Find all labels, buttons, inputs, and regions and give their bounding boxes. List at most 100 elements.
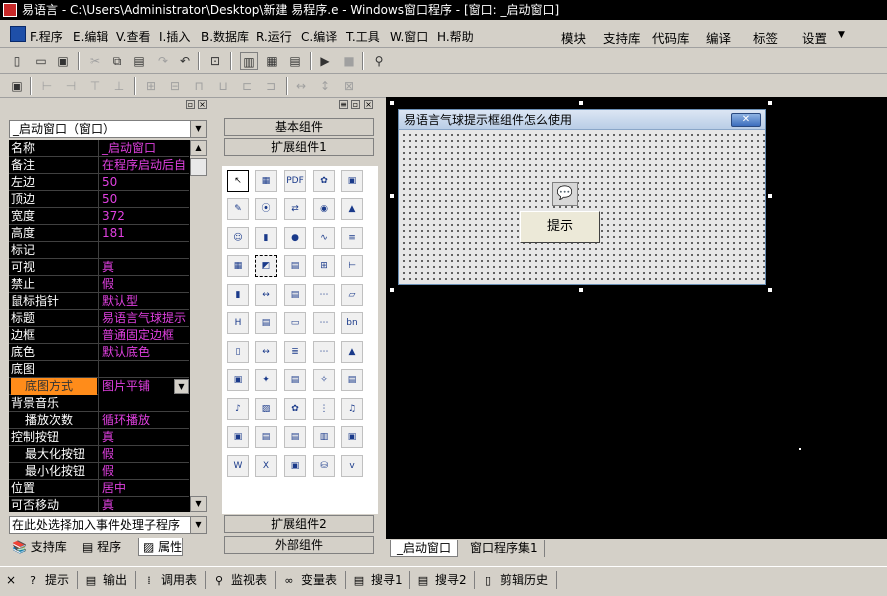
menu-program[interactable]: F.程序 — [30, 28, 63, 45]
list-icon[interactable]: ▤ — [284, 284, 306, 306]
stop-icon[interactable]: ■ — [340, 52, 358, 70]
property-value[interactable]: 默认底色 — [98, 344, 189, 361]
dragon-icon[interactable]: ✦ — [255, 369, 277, 391]
property-value[interactable]: 50 — [98, 191, 189, 208]
vcard-icon[interactable]: ▣ — [341, 426, 363, 448]
tab-search2[interactable]: ▤ 搜寻2 — [416, 570, 467, 590]
panel-restore-icon[interactable]: ▫ — [186, 100, 195, 109]
property-value[interactable]: 普通固定边框 — [98, 327, 189, 344]
size-both-icon[interactable]: ⊠ — [340, 77, 358, 95]
align-bottom-icon[interactable]: ⊥ — [110, 77, 128, 95]
menu-compile-right[interactable]: 编译 — [706, 28, 731, 47]
tree-icon[interactable]: ⊢ — [341, 255, 363, 277]
property-row[interactable]: 可否移动 真 — [9, 497, 189, 512]
tab-watch-table[interactable]: ⚲ 监视表 — [212, 570, 267, 590]
group-basic-components[interactable]: 基本组件 — [224, 118, 374, 136]
property-value[interactable]: 假 — [98, 446, 189, 463]
ellipsis-icon[interactable]: ⋯ — [313, 341, 335, 363]
property-row[interactable]: 背景音乐 — [9, 395, 189, 412]
property-value[interactable]: 372 — [98, 208, 189, 225]
doc-icon[interactable]: ▤ — [284, 426, 306, 448]
avatar-icon[interactable]: ☺ — [227, 227, 249, 249]
slider-icon[interactable]: ↔ — [255, 341, 277, 363]
resize-handle[interactable] — [389, 100, 395, 106]
scroll-up-icon[interactable]: ▲ — [190, 140, 207, 156]
excel-icon[interactable]: X — [255, 455, 277, 477]
property-value[interactable] — [98, 395, 189, 412]
property-row[interactable]: 标题 易语言气球提示 — [9, 310, 189, 327]
property-row[interactable]: 禁止 假 — [9, 276, 189, 293]
viewer-icon[interactable]: ▣ — [284, 455, 306, 477]
property-value[interactable]: 居中 — [98, 480, 189, 497]
progress-icon[interactable]: ⋯ — [313, 312, 335, 334]
property-value[interactable]: 真 — [98, 497, 189, 512]
property-value[interactable]: _启动窗口 — [98, 140, 189, 157]
property-row[interactable]: 名称 _启动窗口 — [9, 140, 189, 157]
image-icon[interactable]: ▲ — [341, 341, 363, 363]
object-selector[interactable]: _启动窗口（窗口） ▼ — [9, 120, 207, 138]
align-left-icon[interactable]: ⊢ — [38, 77, 56, 95]
menu-labels[interactable]: 标签 — [753, 28, 778, 47]
property-value[interactable]: 在程序启动后自 — [98, 157, 189, 174]
group-extended-components-1[interactable]: 扩展组件1 — [224, 138, 374, 156]
layout-full-icon[interactable]: ▤ — [286, 52, 304, 70]
pie-icon[interactable]: ● — [284, 227, 306, 249]
palette-icon[interactable]: ✿ — [284, 398, 306, 420]
page-icon[interactable]: ▥ — [313, 426, 335, 448]
chevron-down-icon[interactable]: ▼ — [190, 121, 206, 137]
drive-icon[interactable]: ▣ — [227, 426, 249, 448]
open-folder-icon[interactable]: ▭ — [32, 52, 50, 70]
redo-icon[interactable]: ↷ — [154, 52, 172, 70]
database-icon[interactable]: ≡ — [341, 227, 363, 249]
picture-box-icon[interactable]: ▦ — [255, 170, 277, 192]
property-row[interactable]: 最小化按钮假 — [9, 463, 189, 480]
property-value[interactable]: 假 — [98, 463, 189, 480]
sign-icon[interactable]: ▯ — [227, 341, 249, 363]
designed-form[interactable]: 易语言气球提示框组件怎么使用 ✕ 💬 提示 — [398, 109, 766, 285]
resize-handle[interactable] — [767, 100, 773, 106]
database2-icon[interactable]: ⛁ — [313, 455, 335, 477]
app-menu-icon[interactable] — [10, 26, 26, 42]
event-selector[interactable]: 在此处选择加入事件处理子程序 ▼ — [9, 516, 207, 534]
scroll-down-icon[interactable]: ▼ — [190, 496, 207, 512]
group-extended-components-2[interactable]: 扩展组件2 — [224, 515, 374, 533]
menu-code-lib[interactable]: 代码库 — [652, 28, 690, 47]
layout-top-icon[interactable]: ▦ — [263, 52, 281, 70]
property-value[interactable]: 真 — [98, 259, 189, 276]
scene-icon[interactable]: ▲ — [341, 198, 363, 220]
align-center-icon[interactable]: ⊣ — [62, 77, 80, 95]
vcl-icon[interactable]: v — [341, 455, 363, 477]
edit-box-icon[interactable]: ✎ — [227, 198, 249, 220]
panel-close-icon[interactable]: × — [198, 100, 207, 109]
same-height-icon[interactable]: ⊟ — [166, 77, 184, 95]
property-row[interactable]: 底色 默认底色 — [9, 344, 189, 361]
property-row[interactable]: 顶边 50 — [9, 191, 189, 208]
run-icon[interactable]: ▶ — [316, 52, 334, 70]
button-icon[interactable]: bn — [341, 312, 363, 334]
property-row[interactable]: 边框 普通固定边框 — [9, 327, 189, 344]
property-value[interactable]: 真 — [98, 429, 189, 446]
save-icon[interactable]: ▣ — [54, 52, 72, 70]
balloon-tip-component-icon[interactable]: 💬 — [552, 182, 578, 206]
menu-tools[interactable]: T.工具 — [346, 28, 380, 45]
tab-hint[interactable]: ? 提示 — [26, 570, 69, 590]
align-top-icon[interactable]: ⊤ — [86, 77, 104, 95]
property-row[interactable]: 标记 — [9, 242, 189, 259]
property-row[interactable]: 宽度 372 — [9, 208, 189, 225]
resize-handle[interactable] — [389, 287, 395, 293]
display-icon[interactable]: ▣ — [341, 170, 363, 192]
tab-program[interactable]: ▤ 程序 — [78, 538, 121, 556]
property-row[interactable]: 底图 — [9, 361, 189, 378]
resize-handle[interactable] — [578, 287, 584, 293]
resize-handle[interactable] — [389, 193, 395, 199]
vspace-icon[interactable]: ⊔ — [214, 77, 232, 95]
menu-help[interactable]: H.帮助 — [437, 28, 474, 45]
tab-call-table[interactable]: ⁞ 调用表 — [142, 570, 197, 590]
word-icon[interactable]: W — [227, 455, 249, 477]
menu-database[interactable]: B.数据库 — [201, 28, 249, 45]
folder-icon[interactable]: ▭ — [284, 312, 306, 334]
size-v-icon[interactable]: ↕ — [316, 77, 334, 95]
undo-icon[interactable]: ↶ — [176, 52, 194, 70]
property-value[interactable] — [98, 361, 189, 378]
menu-window[interactable]: W.窗口 — [390, 28, 428, 45]
